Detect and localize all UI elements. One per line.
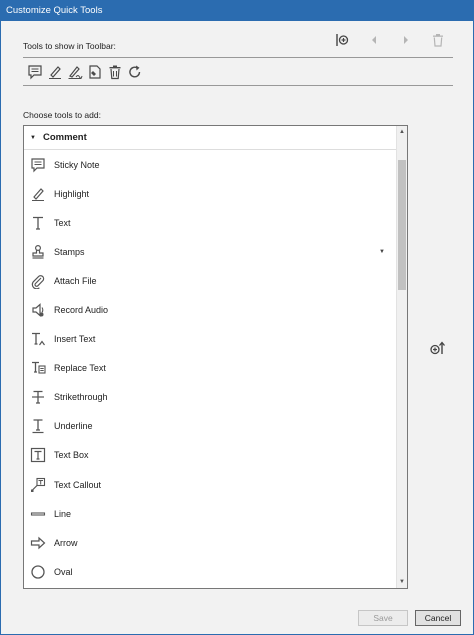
toolbar-tool-row bbox=[23, 57, 453, 86]
sticky-note-icon bbox=[28, 64, 42, 79]
add-separator-icon bbox=[336, 34, 349, 46]
toolbar-tool-delete[interactable] bbox=[106, 63, 124, 81]
list-item-label: Highlight bbox=[54, 188, 90, 199]
arrow-left-icon bbox=[372, 36, 376, 44]
scroll-down-icon[interactable]: ▼ bbox=[397, 577, 407, 587]
toolbar-actions bbox=[331, 30, 449, 50]
tool-list-content: ▼ Comment Sticky Note Highlight Text Sta… bbox=[24, 126, 397, 588]
list-item-strikethrough[interactable]: Strikethrough bbox=[24, 383, 397, 412]
insert-text-icon bbox=[28, 329, 48, 349]
line-icon bbox=[28, 504, 48, 524]
move-to-toolbar-button[interactable] bbox=[428, 339, 448, 357]
list-item-label: Text Callout bbox=[54, 479, 102, 490]
arrow-icon bbox=[28, 533, 48, 553]
toolbar-section-label: Tools to show in Toolbar: bbox=[23, 41, 116, 51]
list-item-attach-file[interactable]: Attach File bbox=[24, 266, 397, 295]
list-item-highlight[interactable]: Highlight bbox=[24, 179, 397, 208]
scrollbar-thumb[interactable] bbox=[398, 160, 406, 290]
cancel-button[interactable]: Cancel bbox=[415, 610, 461, 626]
window-title: Customize Quick Tools bbox=[1, 1, 473, 21]
toolbar-tool-redo[interactable] bbox=[126, 63, 144, 81]
list-item-label: Sticky Note bbox=[54, 159, 100, 170]
strikethrough-icon bbox=[28, 387, 48, 407]
list-item-label: Text Box bbox=[54, 450, 89, 461]
save-button[interactable]: Save bbox=[358, 610, 408, 626]
list-item-label: Underline bbox=[54, 421, 93, 432]
list-item-replace-text[interactable]: Replace Text bbox=[24, 354, 397, 383]
list-item-label: Attach File bbox=[54, 275, 97, 286]
list-item-label: Text bbox=[54, 217, 71, 228]
underline-icon bbox=[28, 416, 48, 436]
vertical-scrollbar[interactable]: ▲ ▼ bbox=[396, 126, 407, 588]
list-item-line[interactable]: Line bbox=[24, 499, 397, 528]
move-right-button[interactable] bbox=[395, 31, 417, 49]
list-item-insert-text[interactable]: Insert Text bbox=[24, 325, 397, 354]
group-header-label: Comment bbox=[42, 132, 87, 143]
list-item-sticky-note[interactable]: Sticky Note bbox=[24, 150, 397, 179]
choose-section-label: Choose tools to add: bbox=[23, 110, 101, 120]
redo-icon bbox=[129, 65, 141, 77]
list-item-text-callout[interactable]: Text Callout bbox=[24, 470, 397, 499]
list-item-label: Line bbox=[54, 508, 72, 519]
record-audio-icon bbox=[28, 300, 48, 320]
list-item-text-box[interactable]: Text Box bbox=[24, 441, 397, 470]
toolbar-tool-sticky-note[interactable] bbox=[26, 63, 44, 81]
text-icon bbox=[28, 213, 48, 233]
list-item-label: Stamps bbox=[54, 246, 85, 257]
delete-button[interactable] bbox=[427, 31, 449, 49]
list-item-record-audio[interactable]: Record Audio bbox=[24, 295, 397, 324]
customize-quick-tools-dialog: Customize Quick Tools Tools to show in T… bbox=[0, 0, 474, 635]
list-item-stamps[interactable]: Stamps ▼ bbox=[24, 237, 397, 266]
arrow-right-icon bbox=[404, 36, 408, 44]
toolbar-tool-highlight[interactable] bbox=[46, 63, 64, 81]
toolbar-tool-sign[interactable] bbox=[66, 63, 84, 81]
caret-down-icon: ▼ bbox=[30, 134, 36, 141]
list-item-label: Replace Text bbox=[54, 363, 106, 374]
sign-icon bbox=[68, 65, 83, 79]
tool-list[interactable]: ▼ Comment Sticky Note Highlight Text Sta… bbox=[23, 125, 408, 589]
oval-icon bbox=[28, 562, 48, 582]
highlight-icon bbox=[49, 65, 61, 79]
attach-file-icon bbox=[28, 271, 48, 291]
list-item-text[interactable]: Text bbox=[24, 208, 397, 237]
list-item-label: Oval bbox=[54, 566, 73, 577]
trash-icon bbox=[433, 34, 443, 47]
toolbar-tool-stamp[interactable] bbox=[86, 63, 104, 81]
replace-text-icon bbox=[28, 358, 48, 378]
add-separator-button[interactable] bbox=[331, 31, 353, 49]
text-callout-icon bbox=[28, 475, 48, 495]
list-item-arrow[interactable]: Arrow bbox=[24, 528, 397, 557]
trash-icon bbox=[109, 65, 121, 79]
list-item-label: Record Audio bbox=[54, 305, 109, 316]
stamp-tool-icon bbox=[89, 64, 101, 79]
group-header-comment[interactable]: ▼ Comment bbox=[24, 126, 397, 150]
dropdown-arrow-icon[interactable]: ▼ bbox=[379, 249, 385, 255]
list-item-label: Strikethrough bbox=[54, 392, 108, 403]
list-item-label: Insert Text bbox=[54, 334, 96, 345]
list-item-underline[interactable]: Underline bbox=[24, 412, 397, 441]
scroll-up-icon[interactable]: ▲ bbox=[397, 127, 407, 137]
text-box-icon bbox=[28, 445, 48, 465]
sticky-note-icon bbox=[28, 155, 48, 175]
highlight-icon bbox=[28, 184, 48, 204]
add-to-toolbar-icon bbox=[430, 341, 445, 355]
dialog-body: Tools to show in Toolbar: Choose tools t… bbox=[1, 21, 473, 634]
list-item-oval[interactable]: Oval bbox=[24, 557, 397, 586]
move-left-button[interactable] bbox=[363, 31, 385, 49]
list-item-label: Arrow bbox=[54, 537, 78, 548]
stamp-icon bbox=[28, 242, 48, 262]
